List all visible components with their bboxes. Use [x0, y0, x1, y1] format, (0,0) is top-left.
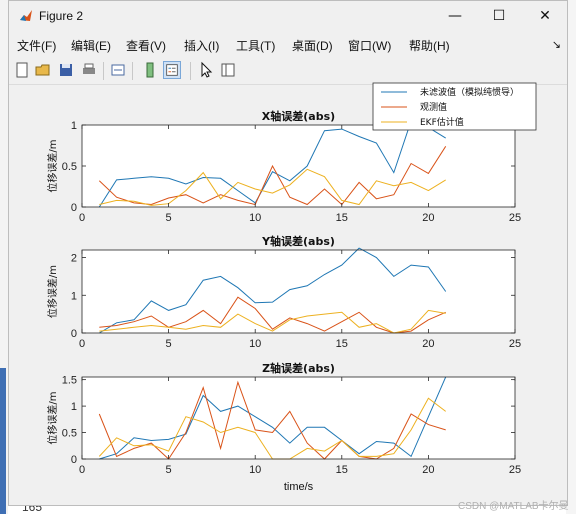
plot-title: X轴误差(abs) — [262, 109, 335, 123]
plot-title: Z轴误差(abs) — [262, 361, 335, 375]
y-axis-label: 位移误差/m — [46, 139, 59, 192]
x-tick-label: 5 — [166, 212, 172, 224]
legend-label-series2: 观测值 — [420, 101, 447, 113]
y-tick-label: 0.5 — [62, 428, 77, 440]
x-tick-label: 0 — [79, 212, 85, 224]
y-tick-label: 1 — [71, 401, 77, 413]
plot-title: Y轴误差(abs) — [261, 234, 335, 248]
x-tick-label: 5 — [166, 464, 172, 476]
y-tick-label: 0 — [71, 328, 77, 340]
x-tick-label: 10 — [249, 464, 261, 476]
y-tick-label: 0 — [71, 454, 77, 466]
x-tick-label: 0 — [79, 464, 85, 476]
watermark: CSDN @MATLAB卡尔曼 — [458, 501, 569, 512]
x-tick-label: 15 — [336, 464, 348, 476]
y-axis-label: 位移误差/m — [46, 391, 59, 444]
x-tick-label: 15 — [336, 338, 348, 350]
x-tick-label: 25 — [509, 338, 521, 350]
y-tick-label: 0.5 — [62, 161, 77, 173]
x-tick-label: 20 — [422, 212, 434, 224]
figure-plot-area: 0 5 10 15 20 2500.51X轴误差(abs)位移误差/m0 5 10 15 20 25… — [46, 82, 537, 493]
x-tick-label: 5 — [166, 338, 172, 350]
x-axis-label: time/s — [284, 481, 314, 493]
legend-label-series1: 未滤波值（模拟纯惯导） — [420, 86, 519, 98]
y-tick-label: 1 — [71, 120, 77, 132]
legend[interactable]: 未滤波值（模拟纯惯导） 观测值 EKF估计值 — [372, 82, 537, 131]
x-tick-label: 15 — [336, 212, 348, 224]
y-tick-label: 2 — [71, 253, 77, 265]
y-tick-label: 1.5 — [62, 375, 77, 387]
x-tick-label: 20 — [422, 338, 434, 350]
y-tick-label: 1 — [71, 290, 77, 302]
x-tick-label: 10 — [249, 338, 261, 350]
y-axis-label: 位移误差/m — [46, 265, 59, 318]
x-tick-label: 25 — [509, 212, 521, 224]
y-tick-label: 0 — [71, 202, 77, 214]
x-tick-label: 20 — [422, 464, 434, 476]
axes-background — [82, 377, 515, 459]
x-tick-label: 10 — [249, 212, 261, 224]
x-tick-label: 0 — [79, 338, 85, 350]
x-tick-label: 25 — [509, 464, 521, 476]
axes-background — [82, 125, 515, 207]
legend-label-series3: EKF估计值 — [420, 116, 464, 128]
